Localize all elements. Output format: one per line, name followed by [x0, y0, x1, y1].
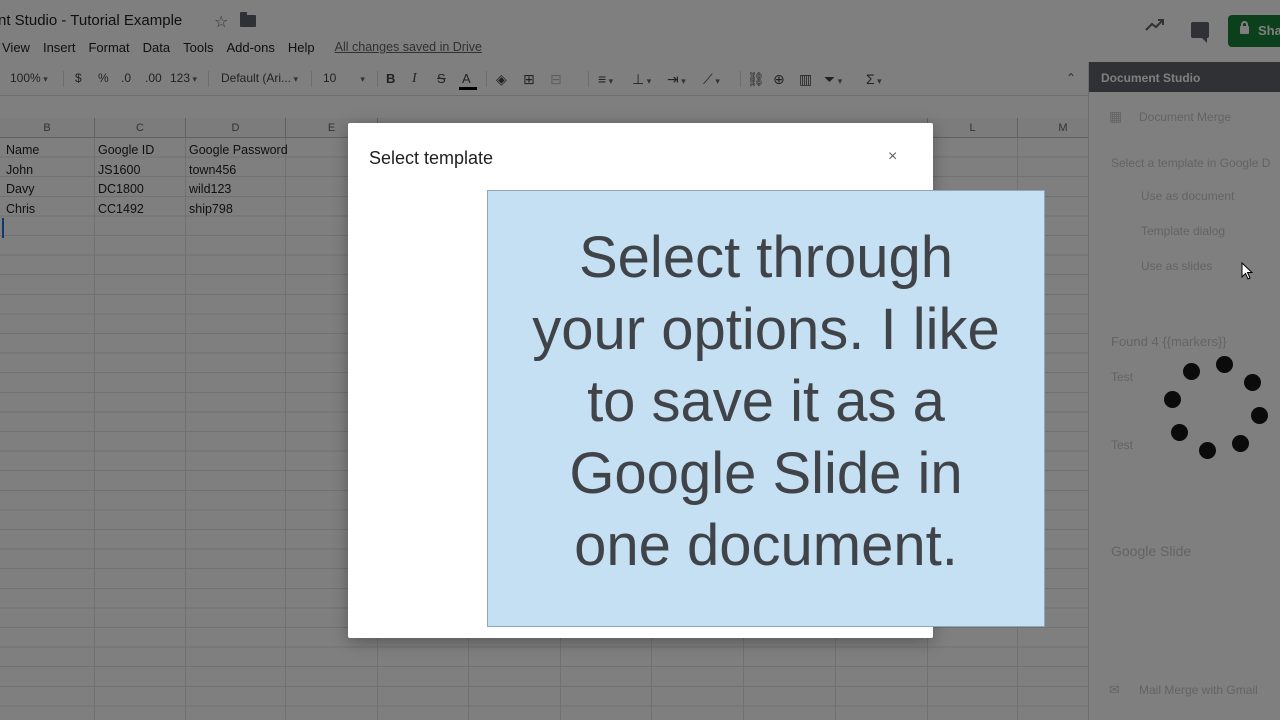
spinner-dot	[1244, 374, 1261, 391]
loading-spinner	[1158, 352, 1268, 462]
spinner-dot	[1216, 356, 1233, 373]
google-sheets-app: nt Studio - Tutorial Example ☆ Sha View …	[0, 0, 1280, 720]
spinner-dot	[1232, 435, 1249, 452]
spinner-dot	[1199, 442, 1216, 459]
caption-text: Select through your options. I like to s…	[532, 224, 1000, 578]
dialog-title: Select template	[369, 148, 494, 168]
spinner-dot	[1183, 363, 1200, 380]
tutorial-caption: Select through your options. I like to s…	[487, 190, 1045, 627]
spinner-dot	[1171, 424, 1188, 441]
spinner-dot	[1251, 407, 1268, 424]
close-icon[interactable]: ×	[888, 148, 897, 166]
mouse-cursor-icon	[1241, 262, 1253, 280]
spinner-dot	[1164, 391, 1181, 408]
